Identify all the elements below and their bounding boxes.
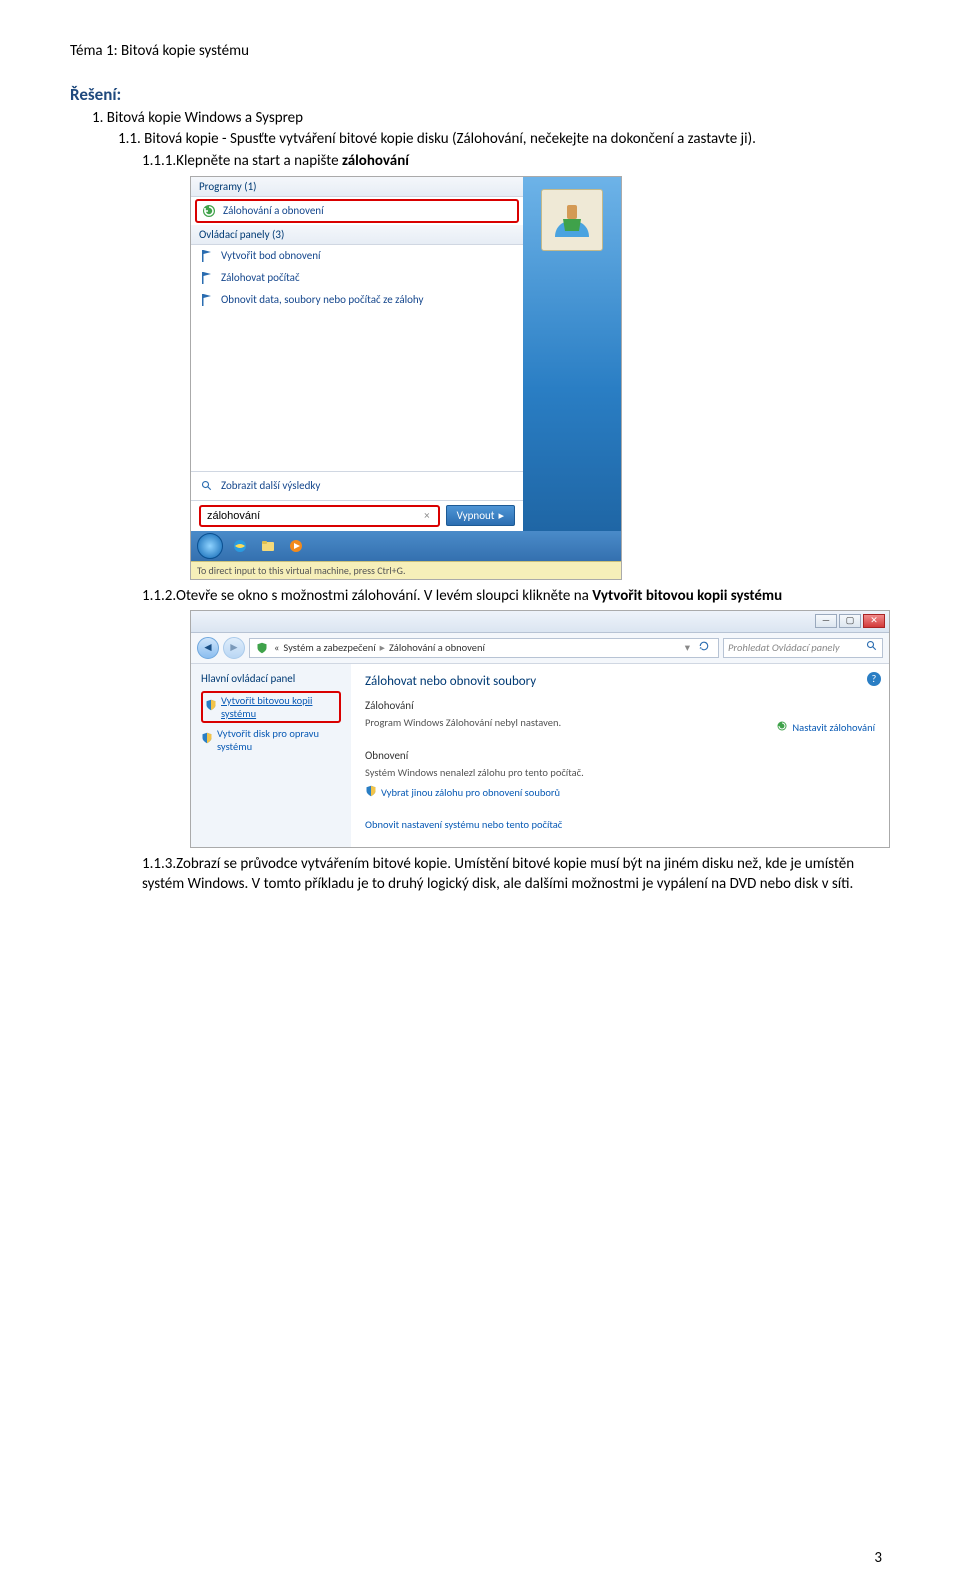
page-number: 3: [874, 1549, 882, 1567]
close-button[interactable]: ✕: [863, 614, 885, 628]
maximize-button[interactable]: ▢: [839, 614, 861, 628]
window-titlebar: — ▢ ✕: [191, 611, 889, 633]
shutdown-label: Vypnout: [457, 509, 495, 522]
restore-subheading: Obnovení: [365, 749, 875, 762]
sidebar-link-label: Vytvořit disk pro opravu systému: [217, 727, 341, 753]
start-menu-right-pane: [523, 177, 621, 531]
main-title: Zálohovat nebo obnovit soubory: [365, 674, 875, 689]
step-1-1-3: 1.1.3.Zobrazí se průvodce vytvářením bit…: [142, 854, 890, 895]
panels-section-label: Ovládací panely (3): [191, 225, 523, 245]
sidebar-title: Hlavní ovládací panel: [201, 672, 341, 685]
setup-icon: [776, 720, 788, 735]
search-icon: [199, 478, 215, 494]
flag-icon: [199, 248, 215, 264]
main-content: ? Zálohovat nebo obnovit soubory Zálohov…: [351, 664, 889, 847]
step-1-1-1-text: 1.1.1.Klepněte na start a napište: [142, 152, 342, 170]
sidebar-link-label: Vytvořit bitovou kopii systému: [221, 694, 337, 720]
user-avatar: [541, 189, 603, 251]
sidebar: Hlavní ovládací panel Vytvořit bitovou k…: [191, 664, 351, 847]
control-panel-search[interactable]: Prohledat Ovládací panely: [723, 638, 883, 658]
page-header: Téma 1: Bitová kopie systému: [70, 42, 890, 60]
breadcrumb-part-2: Zálohování a obnovení: [389, 641, 485, 654]
chevron-right-icon: ▸: [498, 509, 504, 522]
breadcrumb-back: «: [274, 641, 279, 654]
vm-input-hint: To direct input to this virtual machine,…: [191, 561, 621, 579]
restore-status-text: Systém Windows nenalezl zálohu pro tento…: [365, 766, 875, 779]
start-search-input[interactable]: ×: [199, 505, 440, 527]
shutdown-button[interactable]: Vypnout ▸: [446, 505, 515, 526]
breadcrumb-part-1: Systém a zabezpečení: [283, 641, 375, 654]
help-icon[interactable]: ?: [867, 672, 881, 686]
choose-other-backup-link[interactable]: Vybrat jinou zálohu pro obnovení souborů: [365, 785, 875, 800]
start-search-field[interactable]: [205, 509, 420, 523]
setup-backup-label: Nastavit zálohování: [792, 721, 875, 734]
taskbar: [191, 531, 621, 561]
program-item-backup-restore[interactable]: Zálohování a obnovení: [195, 199, 519, 223]
flag-icon: [199, 270, 215, 286]
start-orb[interactable]: [197, 533, 223, 559]
shield-icon: [254, 640, 270, 656]
panel-item-label: Zálohovat počítač: [221, 271, 300, 284]
panel-item-restore-data[interactable]: Obnovit data, soubory nebo počítač ze zá…: [191, 289, 523, 311]
step-1-1-2: 1.1.2.Otevře se okno s možnostmi zálohov…: [142, 586, 890, 606]
flag-icon: [199, 292, 215, 308]
solution-heading: Řešení:: [70, 84, 890, 105]
shield-small-icon: [201, 732, 213, 747]
step-1-1-1-bold: zálohování: [342, 152, 409, 170]
shield-small-icon: [205, 699, 217, 714]
nav-forward-button[interactable]: ►: [223, 637, 245, 659]
taskbar-explorer-icon[interactable]: [257, 535, 279, 557]
chevron-down-icon[interactable]: ▾: [685, 641, 690, 654]
show-more-label: Zobrazit další výsledky: [221, 479, 320, 492]
panel-item-label: Obnovit data, soubory nebo počítač ze zá…: [221, 293, 423, 306]
setup-backup-link[interactable]: Nastavit zálohování: [776, 720, 875, 735]
panel-item-backup-pc[interactable]: Zálohovat počítač: [191, 267, 523, 289]
screenshot-start-menu: Programy (1) Zálohování a obnovení Ovlád…: [190, 176, 622, 580]
minimize-button[interactable]: —: [815, 614, 837, 628]
show-more-results[interactable]: Zobrazit další výsledky: [191, 471, 523, 500]
shield-small-icon: [365, 785, 377, 800]
search-placeholder: Prohledat Ovládací panely: [728, 641, 840, 654]
panel-item-restore-point[interactable]: Vytvořit bod obnovení: [191, 245, 523, 267]
nav-back-button[interactable]: ◄: [197, 637, 219, 659]
choose-other-backup-label: Vybrat jinou zálohu pro obnovení souborů: [381, 786, 560, 799]
step-1-1-1: 1.1.1.Klepněte na start a napište záloho…: [142, 151, 890, 171]
programs-section-label: Programy (1): [191, 177, 523, 197]
clear-icon[interactable]: ×: [420, 509, 433, 522]
restore-system-settings-link[interactable]: Obnovit nastavení systému nebo tento poč…: [365, 818, 875, 831]
taskbar-media-icon[interactable]: [285, 535, 307, 557]
sidebar-link-create-image[interactable]: Vytvořit bitovou kopii systému: [201, 691, 341, 723]
nav-toolbar: ◄ ► « Systém a zabezpečení ▸ Zálohování …: [191, 633, 889, 664]
step-1-1-2-bold: Vytvořit bitovou kopii systému: [592, 587, 782, 605]
refresh-icon[interactable]: [694, 640, 714, 655]
backup-restore-icon: [201, 203, 217, 219]
screenshot-backup-control-panel: — ▢ ✕ ◄ ► « Systém a zabezpečení ▸ Záloh…: [190, 610, 890, 848]
program-item-label: Zálohování a obnovení: [223, 204, 324, 217]
breadcrumb[interactable]: « Systém a zabezpečení ▸ Zálohování a ob…: [249, 638, 719, 658]
step-1: 1. Bitová kopie Windows a Sysprep: [92, 109, 890, 127]
panel-item-label: Vytvořit bod obnovení: [221, 249, 321, 262]
backup-subheading: Zálohování: [365, 699, 875, 712]
restore-system-settings-label: Obnovit nastavení systému nebo tento poč…: [365, 818, 562, 831]
search-icon: [866, 640, 878, 655]
chevron-right-icon: ▸: [380, 641, 385, 654]
taskbar-ie-icon[interactable]: [229, 535, 251, 557]
step-1-1: 1.1. Bitová kopie - Spusťte vytváření bi…: [118, 129, 890, 149]
sidebar-link-create-repair-disk[interactable]: Vytvořit disk pro opravu systému: [201, 727, 341, 753]
step-1-1-2-text: 1.1.2.Otevře se okno s možnostmi zálohov…: [142, 587, 592, 605]
